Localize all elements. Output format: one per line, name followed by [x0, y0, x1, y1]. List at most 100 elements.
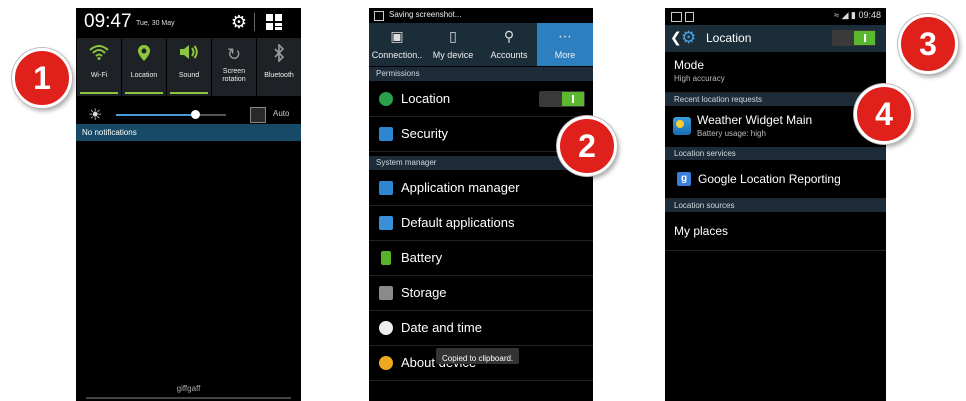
page-title: Location [706, 31, 752, 45]
default-apps-icon [379, 216, 393, 230]
status-text: Saving screenshot... [389, 10, 462, 19]
settings-tabs: ▣ Connection.. ▯ My device ⚲ Accounts ⋯ … [369, 23, 593, 66]
section-label: Location sources [674, 201, 735, 210]
section-label: Location services [674, 149, 736, 158]
location-toggle[interactable] [539, 91, 585, 107]
quick-setting-wifi[interactable]: Wi-Fi [77, 38, 122, 96]
tab-more[interactable]: ⋯ More [537, 23, 593, 66]
screenshot-icon [374, 11, 384, 21]
battery-icon [381, 251, 391, 265]
location-icon [379, 92, 393, 106]
grid-icon[interactable] [266, 14, 282, 30]
quick-setting-label: Screen rotation [222, 68, 246, 83]
panel-handle[interactable] [86, 397, 291, 399]
tab-accounts[interactable]: ⚲ Accounts [481, 23, 537, 66]
carrier-label: giffgaff [176, 384, 201, 393]
section-label: Permissions [376, 69, 420, 78]
quick-setting-label: Bluetooth [264, 72, 294, 79]
more-icon: ⋯ [558, 28, 572, 44]
gear-icon[interactable]: ⚙ [228, 12, 250, 32]
speaker-icon [167, 44, 211, 66]
source-item-my-places[interactable]: My places [665, 213, 886, 251]
divider [254, 13, 255, 31]
status-right: ≈ ◢ ▮ 09:48 [834, 10, 881, 21]
quick-setting-label: Location [130, 72, 158, 79]
notification-header: 09:47 Tue, 30 May ⚙ [76, 8, 301, 36]
signal-icon: ◢ [841, 10, 849, 20]
location-pin-icon [122, 44, 166, 66]
bluetooth-icon [257, 43, 301, 66]
wifi-icon [77, 44, 121, 66]
settings-item-date-time[interactable]: Date and time [369, 311, 593, 346]
settings-item-default-applications[interactable]: Default applications [369, 206, 593, 241]
tab-connections[interactable]: ▣ Connection.. [369, 23, 425, 66]
toast-text: Copied to clipboard. [442, 354, 514, 363]
service-label: Google Location Reporting [698, 172, 841, 186]
step-badge-1: 1 [12, 48, 72, 108]
tab-label: My device [432, 50, 474, 60]
step-badge-3: 3 [898, 14, 958, 74]
storage-icon [379, 286, 393, 300]
rotate-icon: ↻ [226, 45, 242, 64]
quick-setting-bluetooth[interactable]: Bluetooth [257, 38, 301, 96]
item-label: Battery [401, 250, 443, 265]
source-label: My places [674, 224, 729, 238]
quick-setting-sound[interactable]: Sound [167, 38, 212, 96]
location-master-toggle[interactable] [832, 30, 876, 46]
phone-location-settings: ≈ ◢ ▮ 09:48 ❮ ⚙ Location Mode High accur… [665, 8, 886, 401]
phone-settings-more: Saving screenshot... ▣ Connection.. ▯ My… [369, 8, 593, 401]
tab-my-device[interactable]: ▯ My device [425, 23, 481, 66]
brightness-slider[interactable] [116, 110, 226, 119]
brightness-icon: ☀ [88, 107, 103, 124]
wifi-icon: ≈ [834, 10, 840, 20]
tab-label: Accounts [490, 50, 528, 60]
settings-item-storage[interactable]: Storage [369, 276, 593, 311]
slider-thumb[interactable] [191, 110, 201, 119]
item-label: Security [401, 126, 448, 141]
gallery-icon [671, 12, 682, 22]
clock: 09:47 [84, 11, 132, 32]
section-header: Location services [665, 147, 886, 160]
settings-gear-icon: ⚙ [681, 28, 697, 47]
notifications-label: No notifications [82, 128, 137, 137]
info-icon [379, 356, 393, 370]
battery-icon: ▮ [851, 10, 856, 20]
section-header: Recent location requests [665, 93, 886, 106]
settings-item-application-manager[interactable]: Application manager [369, 171, 593, 206]
battery-usage: Battery usage: high [697, 129, 766, 138]
back-chevron-icon[interactable]: ❮ [670, 29, 682, 46]
mode-value: High accuracy [674, 74, 725, 83]
settings-item-location[interactable]: Location [369, 82, 593, 117]
step-badge-2: 2 [557, 116, 617, 176]
item-label: Application manager [401, 180, 520, 195]
service-item-google-location[interactable]: g Google Location Reporting [665, 161, 886, 199]
notifications-bar: No notifications [76, 124, 301, 141]
auto-label: Auto [273, 109, 290, 118]
item-label: Storage [401, 285, 447, 300]
tab-label: More [554, 50, 576, 60]
quick-setting-screen-rotation[interactable]: ↻ Screen rotation [212, 38, 257, 96]
key-icon: ⚲ [503, 28, 515, 44]
section-header: Location sources [665, 199, 886, 212]
connections-icon: ▣ [390, 28, 404, 44]
auto-brightness-checkbox[interactable] [250, 107, 266, 123]
recent-request-item[interactable]: Weather Widget Main Battery usage: high [665, 107, 886, 148]
section-label: System manager [376, 158, 437, 167]
phone-notification-panel: 09:47 Tue, 30 May ⚙ Wi-Fi Location Sound [76, 8, 301, 401]
mode-item[interactable]: Mode High accuracy [665, 52, 886, 93]
toast-message: Copied to clipboard. [436, 348, 520, 364]
clock: 09:48 [858, 10, 881, 20]
clock-icon [379, 321, 393, 335]
quick-setting-label: Wi-Fi [90, 72, 108, 79]
sim-icon [685, 12, 694, 22]
settings-item-battery[interactable]: Battery [369, 241, 593, 276]
weather-widget-icon [673, 117, 691, 135]
item-label: Default applications [401, 215, 515, 230]
lock-icon [379, 127, 393, 141]
step-badge-4: 4 [854, 84, 914, 144]
mode-title: Mode [674, 58, 705, 72]
item-label: Location [401, 91, 451, 106]
quick-setting-location[interactable]: Location [122, 38, 167, 96]
section-label: Recent location requests [674, 95, 763, 104]
tab-label: Connection.. [371, 50, 423, 60]
